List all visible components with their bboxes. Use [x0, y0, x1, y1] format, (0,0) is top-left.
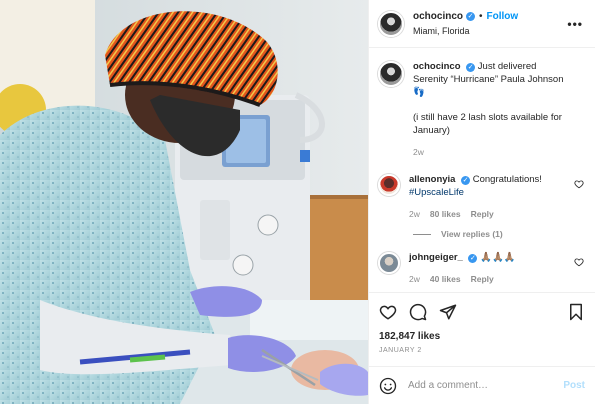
comments-section[interactable]: ochocinco ✓ Just delivered Serenity “Hur… — [369, 48, 595, 290]
comment-username[interactable]: allenonyia — [409, 174, 455, 185]
comment-input[interactable] — [406, 379, 564, 392]
comment-meta: 2w 80 likes Reply — [409, 208, 572, 221]
emoji-picker-icon[interactable] — [379, 377, 397, 395]
verified-badge-icon: ✓ — [466, 63, 476, 72]
comment-likes[interactable]: 40 likes — [430, 273, 461, 286]
instagram-post: ochocinco ✓ • Follow Miami, Florida ••• … — [0, 0, 595, 404]
post-details-panel: ochocinco ✓ • Follow Miami, Florida ••• … — [368, 0, 595, 404]
save-bookmark-icon[interactable] — [567, 303, 585, 321]
comment-text: Congratulations! — [472, 174, 542, 185]
like-comment-icon[interactable] — [574, 179, 584, 189]
share-paper-plane-icon[interactable] — [439, 303, 457, 321]
verified-badge-icon: ✓ — [466, 12, 476, 21]
post-date: JANUARY 2 — [379, 347, 422, 354]
caption-meta: 2w — [413, 146, 572, 159]
comment-body: allenonyia ✓ Congratulations! #UpscaleLi… — [409, 173, 586, 221]
caption-username[interactable]: ochocinco — [413, 61, 461, 72]
comment-meta: 2w 40 likes Reply — [409, 273, 572, 286]
author-info: ochocinco ✓ • Follow Miami, Florida — [413, 10, 561, 38]
caption: ochocinco ✓ Just delivered Serenity “Hur… — [378, 60, 586, 159]
comment-username[interactable]: johngeiger_ — [409, 252, 463, 263]
comment-text: 🙏🏽🙏🏽🙏🏽 — [480, 252, 516, 263]
comment-time[interactable]: 2w — [409, 208, 420, 221]
post-photo[interactable] — [0, 0, 368, 404]
author-username[interactable]: ochocinco — [413, 10, 463, 24]
separator-dot: • — [479, 10, 483, 22]
comment-item: allenonyia ✓ Congratulations! #UpscaleLi… — [378, 173, 586, 221]
caption-body: ochocinco ✓ Just delivered Serenity “Hur… — [413, 60, 586, 159]
view-replies-button[interactable]: View replies (1) — [413, 229, 586, 239]
reply-button[interactable]: Reply — [471, 273, 494, 286]
verified-badge-icon: ✓ — [461, 176, 471, 185]
author-avatar[interactable] — [378, 10, 404, 37]
view-replies-label: View replies (1) — [441, 229, 503, 239]
follow-button[interactable]: Follow — [487, 10, 519, 24]
comment-item: johngeiger_ ✓ 🙏🏽🙏🏽🙏🏽 2w 40 likes Reply — [378, 251, 586, 286]
post-actions: 182,847 likes JANUARY 2 — [369, 292, 595, 354]
post-comment-button[interactable]: Post — [563, 380, 585, 391]
verified-badge-icon: ✓ — [468, 254, 478, 263]
like-heart-icon[interactable] — [379, 303, 397, 321]
post-location[interactable]: Miami, Florida — [413, 24, 561, 38]
comment-time[interactable]: 2w — [409, 273, 420, 286]
reply-button[interactable]: Reply — [471, 208, 494, 221]
add-comment-bar: Post — [369, 366, 595, 404]
commenter-avatar[interactable] — [378, 174, 400, 196]
like-comment-icon[interactable] — [574, 257, 584, 267]
likes-count[interactable]: 182,847 likes — [379, 331, 585, 342]
comment-bubble-icon[interactable] — [409, 303, 427, 321]
delivery-room-photo — [0, 0, 368, 404]
comment-likes[interactable]: 80 likes — [430, 208, 461, 221]
post-header: ochocinco ✓ • Follow Miami, Florida ••• — [369, 0, 595, 48]
caption-text-line2: (i still have 2 lash slots available for… — [413, 112, 562, 136]
comment-body: johngeiger_ ✓ 🙏🏽🙏🏽🙏🏽 2w 40 likes Reply — [409, 251, 586, 286]
replies-divider-line — [413, 233, 431, 235]
caption-time[interactable]: 2w — [413, 146, 424, 159]
comment-hashtag[interactable]: #UpscaleLife — [409, 186, 572, 199]
caption-avatar[interactable] — [378, 61, 404, 87]
commenter-avatar[interactable] — [378, 252, 400, 274]
action-icons — [379, 301, 585, 323]
more-options-icon[interactable]: ••• — [567, 17, 583, 31]
